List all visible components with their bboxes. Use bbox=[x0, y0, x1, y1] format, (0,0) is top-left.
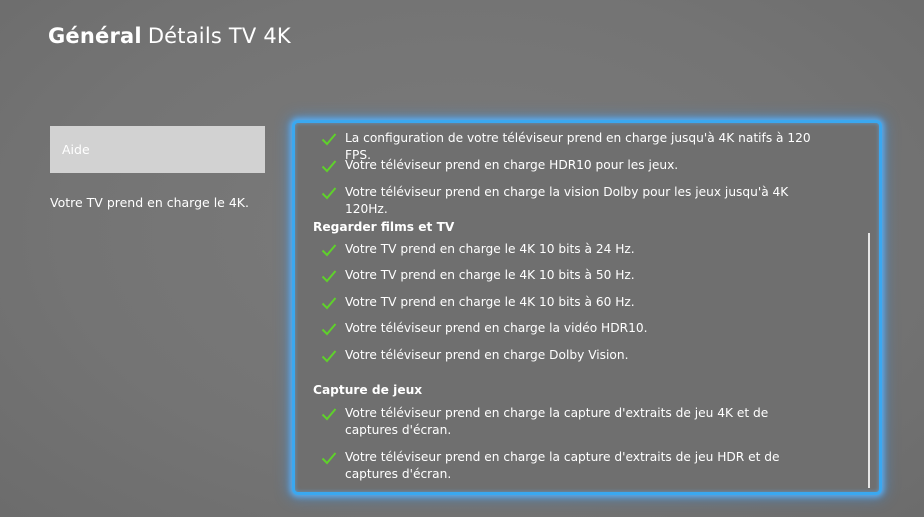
list-item-text: Votre téléviseur prend en charge HDR10 p… bbox=[345, 158, 679, 172]
tv-support-description: Votre TV prend en charge le 4K. bbox=[50, 195, 249, 210]
checkmark-icon bbox=[321, 132, 337, 146]
checkmark-icon bbox=[321, 451, 337, 465]
aide-button[interactable]: Aide bbox=[50, 126, 265, 173]
details-panel[interactable]: La configuration de votre téléviseur pre… bbox=[292, 120, 882, 495]
checkmark-icon bbox=[321, 322, 337, 336]
group-title-films: Regarder films et TV bbox=[313, 220, 455, 234]
page-title: Détails TV 4K bbox=[147, 24, 291, 48]
list-item-text: Votre téléviseur prend en charge la capt… bbox=[345, 450, 780, 481]
checkmark-icon bbox=[321, 349, 337, 363]
checkmark-icon bbox=[321, 296, 337, 310]
list-item-text: Votre téléviseur prend en charge la vidé… bbox=[345, 321, 648, 335]
checkmark-icon bbox=[321, 159, 337, 173]
list-item-text: Votre téléviseur prend en charge la capt… bbox=[345, 406, 769, 437]
list-item: Votre TV prend en charge le 4K 10 bits à… bbox=[321, 294, 811, 311]
list-item: Votre téléviseur prend en charge la capt… bbox=[321, 405, 811, 439]
list-item: Votre téléviseur prend en charge la visi… bbox=[321, 184, 811, 218]
list-item-text: Votre téléviseur prend en charge Dolby V… bbox=[345, 348, 629, 362]
list-item: Votre téléviseur prend en charge HDR10 p… bbox=[321, 157, 811, 174]
scrollbar-thumb[interactable] bbox=[868, 233, 870, 488]
list-item: Votre téléviseur prend en charge la vidé… bbox=[321, 320, 811, 337]
checkmark-icon bbox=[321, 407, 337, 421]
checkmark-icon bbox=[321, 269, 337, 283]
list-item: Votre téléviseur prend en charge Dolby V… bbox=[321, 347, 811, 364]
list-item: Votre téléviseur prend en charge la capt… bbox=[321, 449, 811, 483]
checkmark-icon bbox=[321, 186, 337, 200]
tv-details-screen: Général Détails TV 4K Aide Votre TV prend… bbox=[0, 0, 924, 517]
list-item-text: Votre téléviseur prend en charge la visi… bbox=[345, 185, 789, 216]
checkmark-icon bbox=[321, 243, 337, 257]
page-header: Général Détails TV 4K bbox=[48, 24, 291, 48]
aide-button-label: Aide bbox=[62, 142, 90, 157]
list-item: Votre TV prend en charge le 4K 10 bits à… bbox=[321, 241, 811, 258]
list-item-text: Votre TV prend en charge le 4K 10 bits à… bbox=[345, 268, 635, 282]
list-item-text: Votre TV prend en charge le 4K 10 bits à… bbox=[345, 242, 635, 256]
group-title-capture: Capture de jeux bbox=[313, 383, 423, 397]
list-item-text: Votre TV prend en charge le 4K 10 bits à… bbox=[345, 295, 635, 309]
header-section: Général bbox=[48, 24, 142, 48]
list-item: Votre TV prend en charge le 4K 10 bits à… bbox=[321, 267, 811, 284]
